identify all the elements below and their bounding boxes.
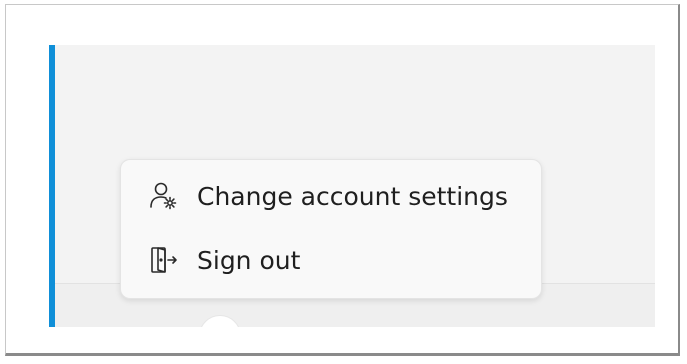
- screenshot-frame: Change account settings Sign out: [5, 4, 680, 356]
- person-gear-icon: [147, 180, 179, 212]
- sign-out-item[interactable]: Sign out: [131, 232, 531, 288]
- app-window: Change account settings Sign out: [49, 45, 655, 327]
- sign-out-label: Sign out: [197, 245, 301, 275]
- account-menu: Change account settings Sign out: [120, 159, 542, 299]
- change-account-settings-item[interactable]: Change account settings: [131, 168, 531, 224]
- change-account-settings-label: Change account settings: [197, 181, 508, 211]
- sign-out-icon: [147, 244, 179, 276]
